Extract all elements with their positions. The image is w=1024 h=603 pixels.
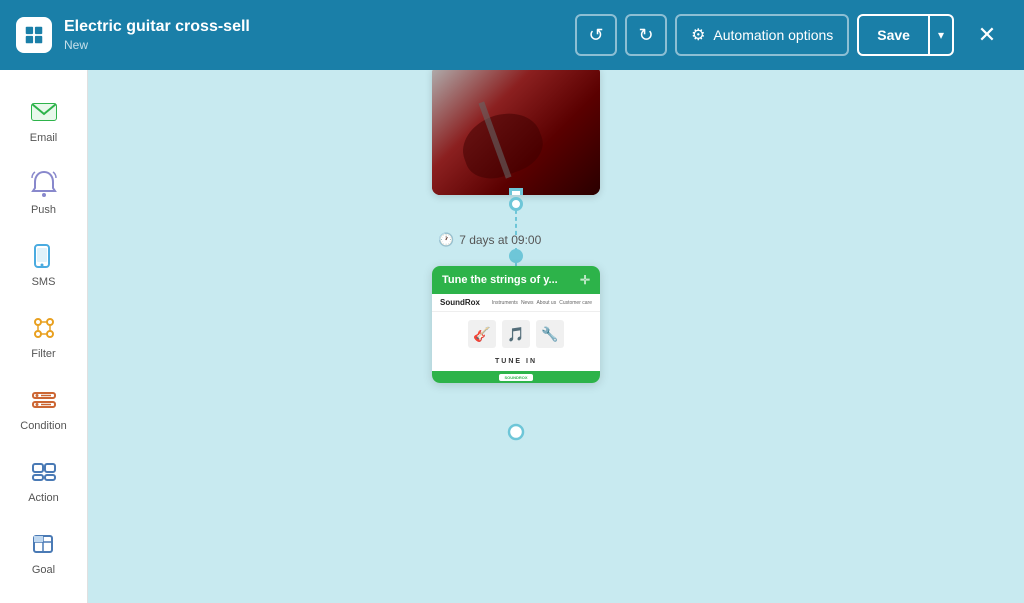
redo-button[interactable]: ↻ (625, 14, 667, 56)
connector-dot-mid (509, 249, 523, 263)
top-email-card-partial[interactable] (432, 70, 600, 195)
soundrox-header: SoundRox Instruments News About us Custo… (432, 294, 600, 312)
products-row: 🎸 🎵 🔧 (432, 312, 600, 356)
time-delay-label: 🕐 7 days at 09:00 (438, 232, 541, 248)
condition-icon (28, 384, 60, 416)
nav-customer: Customer care (559, 300, 592, 306)
main-layout: Email Push SMS (0, 70, 1024, 603)
connector-dot-top (509, 188, 523, 195)
sidebar-item-goal-label: Goal (32, 564, 55, 576)
delay-text: 7 days at 09:00 (459, 233, 541, 247)
sidebar-item-sms-label: SMS (32, 276, 56, 288)
move-icon: ✛ (580, 273, 590, 287)
product-img-3: 🔧 (536, 320, 564, 348)
sidebar-item-action-label: Action (28, 492, 59, 504)
email-icon (28, 96, 60, 128)
chevron-down-icon: ▾ (938, 28, 944, 42)
product-1: 🎸 (468, 320, 496, 348)
soundrox-nav: Instruments News About us Customer care (492, 300, 592, 306)
email-card-title: Tune the strings of y... (442, 274, 558, 286)
product-2: 🎵 (502, 320, 530, 348)
sidebar-item-condition[interactable]: Condition (8, 374, 80, 442)
app-header: Electric guitar cross-sell New ↺ ↻ ⚙ Aut… (0, 0, 1024, 70)
email-card-body: SoundRox Instruments News About us Custo… (432, 294, 600, 383)
sidebar-item-email[interactable]: Email (8, 86, 80, 154)
action-icon (28, 456, 60, 488)
automation-options-button[interactable]: ⚙ Automation options (675, 14, 849, 56)
filter-icon (28, 312, 60, 344)
sidebar-item-condition-label: Condition (20, 420, 66, 432)
page-title: Electric guitar cross-sell (64, 18, 563, 36)
nav-news: News (521, 300, 534, 306)
nav-instruments: Instruments (492, 300, 518, 306)
sidebar-item-goal[interactable]: Goal (8, 518, 80, 586)
connector-dot-top (509, 197, 523, 211)
gear-icon: ⚙ (691, 25, 705, 45)
nav-about: About us (536, 300, 556, 306)
header-actions: ↺ ↻ ⚙ Automation options Save ▾ ✕ (575, 14, 1008, 56)
product-img-2: 🎵 (502, 320, 530, 348)
product-3: 🔧 (536, 320, 564, 348)
save-dropdown-button[interactable]: ▾ (930, 14, 954, 56)
save-button[interactable]: Save (857, 14, 930, 56)
product-img-1: 🎸 (468, 320, 496, 348)
email-card-header: Tune the strings of y... ✛ (432, 266, 600, 294)
soundrox-logo: SoundRox (440, 298, 480, 307)
sidebar-item-action[interactable]: Action (8, 446, 80, 514)
clock-icon: 🕐 (438, 232, 454, 248)
sidebar-item-sms[interactable]: SMS (8, 230, 80, 298)
header-title-block: Electric guitar cross-sell New (64, 18, 563, 52)
tune-in-text: TUNE IN (432, 356, 600, 367)
sidebar-item-email-label: Email (30, 132, 58, 144)
automation-options-label: Automation options (713, 27, 833, 43)
sidebar: Email Push SMS (0, 70, 88, 603)
sms-icon (28, 240, 60, 272)
email-preview-card[interactable]: Tune the strings of y... ✛ SoundRox Inst… (432, 266, 600, 383)
app-logo (16, 17, 52, 53)
sidebar-item-push[interactable]: Push (8, 158, 80, 226)
automation-canvas: 🕐 7 days at 09:00 Tune the strings of y.… (88, 70, 1024, 603)
undo-button[interactable]: ↺ (575, 14, 617, 56)
footer-btn-text: SOUNDROX (499, 374, 532, 381)
sidebar-item-filter[interactable]: Filter (8, 302, 80, 370)
sidebar-item-filter-label: Filter (31, 348, 55, 360)
soundrox-footer: SOUNDROX (432, 371, 600, 383)
page-subtitle: New (64, 38, 563, 52)
push-icon (28, 168, 60, 200)
goal-icon (28, 528, 60, 560)
guitar-image (432, 70, 600, 195)
close-button[interactable]: ✕ (966, 14, 1008, 56)
sidebar-item-push-label: Push (31, 204, 56, 216)
save-group: Save ▾ (857, 14, 954, 56)
